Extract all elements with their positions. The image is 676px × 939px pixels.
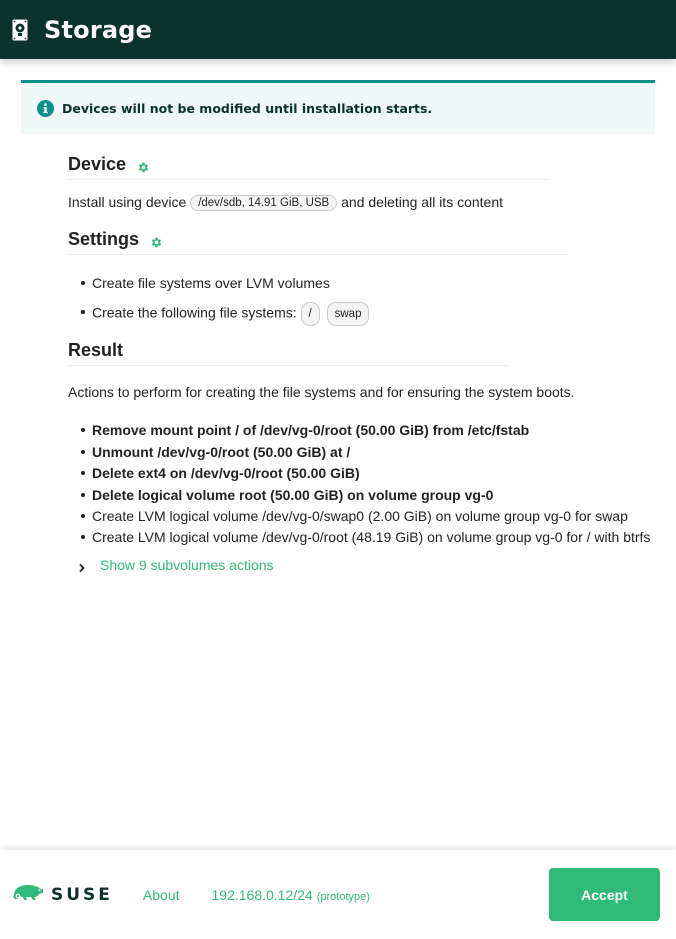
- action-item: Create LVM logical volume /dev/vg-0/swap…: [68, 506, 668, 527]
- page-header: Storage: [0, 0, 676, 59]
- settings-item: Create the following file systems: / swa…: [68, 302, 668, 327]
- action-item: Delete ext4 on /dev/vg-0/root (50.00 GiB…: [68, 463, 668, 484]
- settings-item-text: Create the following file systems:: [92, 305, 297, 321]
- page-footer: SUSE About 192.168.0.12/24 (prototype) Ac…: [0, 850, 676, 939]
- filesystem-pill: /: [300, 302, 320, 327]
- accept-button[interactable]: Accept: [549, 868, 660, 921]
- result-description: Actions to perform for creating the file…: [68, 384, 575, 401]
- device-title: Device: [68, 154, 127, 174]
- result-section: Result Actions to perform for creating t…: [68, 336, 668, 573]
- settings-section-title: Settings: [68, 225, 568, 256]
- info-alert: Devices will not be modified until insta…: [21, 80, 655, 134]
- action-item: Create LVM logical volume /dev/vg-0/root…: [68, 527, 668, 548]
- device-description: Install using device /dev/sdb, 14.91 GiB…: [68, 194, 668, 212]
- chameleon-icon: [12, 883, 46, 906]
- settings-title: Settings: [68, 229, 140, 250]
- show-subvolumes-expander[interactable]: Show 9 subvolumes actions: [68, 557, 668, 573]
- suse-logo: SUSE: [12, 883, 113, 906]
- action-item: Unmount /dev/vg-0/root (50.00 GiB) at /: [68, 442, 668, 463]
- logo-text: SUSE: [51, 884, 113, 905]
- device-text-before: Install using device: [68, 194, 187, 210]
- about-link[interactable]: About: [143, 887, 180, 903]
- gear-icon[interactable]: [150, 233, 163, 248]
- device-section-title: Device: [68, 150, 548, 180]
- device-text-after: and deleting all its content: [341, 194, 504, 210]
- result-section-title: Result: [68, 336, 508, 367]
- device-pill: /dev/sdb, 14.91 GiB, USB: [190, 195, 338, 212]
- ip-note: (prototype): [316, 890, 370, 903]
- filesystem-pill: swap: [326, 302, 370, 327]
- device-section: Device Install using device /dev/sdb, 14…: [68, 150, 668, 212]
- ip-value: 192.168.0.12/24: [211, 886, 313, 903]
- info-icon: [37, 100, 54, 117]
- action-item: Delete logical volume root (50.00 GiB) o…: [68, 485, 668, 506]
- chevron-right-icon: [78, 560, 86, 572]
- settings-item: Create file systems over LVM volumes: [68, 273, 668, 293]
- page-title: Storage: [44, 15, 153, 44]
- settings-list: Create file systems over LVM volumes Cre…: [68, 273, 668, 327]
- settings-section: Settings Create file systems over LVM vo…: [68, 225, 668, 327]
- actions-list: Remove mount point / of /dev/vg-0/root (…: [68, 420, 668, 548]
- hard-drive-icon: [12, 19, 28, 41]
- expander-label: Show 9 subvolumes actions: [100, 556, 274, 573]
- gear-icon[interactable]: [137, 158, 150, 173]
- alert-message: Devices will not be modified until insta…: [62, 101, 433, 116]
- main-content: Device Install using device /dev/sdb, 14…: [68, 150, 668, 573]
- ip-address: 192.168.0.12/24 (prototype): [212, 887, 370, 903]
- action-item: Remove mount point / of /dev/vg-0/root (…: [68, 420, 668, 441]
